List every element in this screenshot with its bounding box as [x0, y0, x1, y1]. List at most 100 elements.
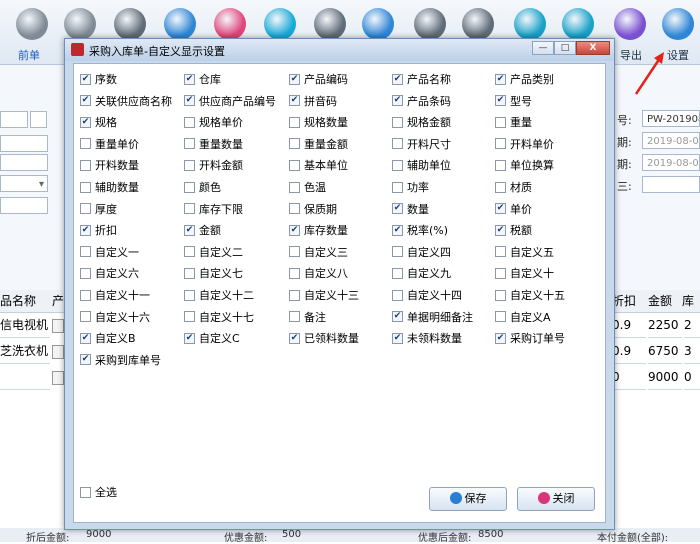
option-checkbox[interactable]: 自定义十四	[392, 288, 462, 304]
option-checkbox[interactable]: 自定义四	[392, 245, 451, 261]
star-icon[interactable]	[362, 8, 394, 40]
option-checkbox[interactable]: 自定义A	[495, 310, 551, 326]
maximize-button[interactable]: □	[554, 41, 576, 55]
option-checkbox[interactable]: 开料尺寸	[392, 137, 451, 153]
forward-icon[interactable]	[64, 8, 96, 40]
option-checkbox[interactable]: 辅助数量	[80, 180, 139, 196]
option-checkbox[interactable]: 自定义十	[495, 266, 554, 282]
save-button[interactable]: 保存	[429, 487, 507, 511]
option-checkbox[interactable]: 自定义一	[80, 245, 139, 261]
close-button[interactable]: 关闭	[517, 487, 595, 511]
option-checkbox[interactable]: ✔ 产品类别	[495, 72, 554, 88]
table-cell-name[interactable]: 芝洗衣机	[0, 339, 50, 364]
option-checkbox[interactable]: ✔ 产品名称	[392, 72, 451, 88]
option-checkbox[interactable]: 厚度	[80, 202, 117, 218]
option-checkbox[interactable]: 自定义十一	[80, 288, 150, 304]
select-all-checkbox[interactable]: 全选	[80, 485, 117, 501]
option-checkbox[interactable]: 色温	[289, 180, 326, 196]
option-checkbox[interactable]: 开料数量	[80, 158, 139, 174]
option-checkbox[interactable]: ✔ 自定义C	[184, 331, 240, 347]
field-5[interactable]	[0, 197, 48, 214]
option-checkbox[interactable]: ✔ 自定义B	[80, 331, 136, 347]
option-checkbox[interactable]: ✔ 税率(%)	[392, 223, 448, 239]
option-checkbox[interactable]: 重量单价	[80, 137, 139, 153]
option-checkbox[interactable]: 自定义十三	[289, 288, 359, 304]
field-three-input[interactable]	[642, 176, 700, 193]
field-1-btn[interactable]	[30, 111, 47, 128]
audit-icon[interactable]	[264, 8, 296, 40]
option-checkbox[interactable]: ✔ 采购到库单号	[80, 353, 161, 369]
row-handle[interactable]	[52, 319, 64, 333]
option-checkbox[interactable]: ✔ 税额	[495, 223, 532, 239]
option-checkbox[interactable]: 自定义九	[392, 266, 451, 282]
option-checkbox[interactable]: ✔ 规格	[80, 115, 117, 131]
option-checkbox[interactable]: 自定义十七	[184, 310, 254, 326]
option-checkbox[interactable]: 规格数量	[289, 115, 348, 131]
option-checkbox[interactable]: 重量金额	[289, 137, 348, 153]
minimize-button[interactable]: —	[532, 41, 554, 55]
table-cell-name[interactable]: 信电视机	[0, 313, 50, 338]
option-checkbox[interactable]: 自定义十六	[80, 310, 150, 326]
date2-input[interactable]: 2019-08-09	[642, 154, 700, 171]
option-checkbox[interactable]: 规格金额	[392, 115, 451, 131]
option-checkbox[interactable]: 材质	[495, 180, 532, 196]
field-4-select[interactable]: ▾	[0, 175, 48, 192]
option-checkbox[interactable]: 规格单价	[184, 115, 243, 131]
table-cell-discount[interactable]: 0.9	[612, 339, 646, 364]
dialog-titlebar[interactable]: 采购入库单-自定义显示设置 — □ X	[65, 39, 614, 61]
option-checkbox[interactable]: 自定义八	[289, 266, 348, 282]
option-checkbox[interactable]: ✔ 库存数量	[289, 223, 348, 239]
row-handle[interactable]	[52, 345, 64, 359]
option-checkbox[interactable]: 单位换算	[495, 158, 554, 174]
option-checkbox[interactable]: 重量数量	[184, 137, 243, 153]
option-checkbox[interactable]: 自定义六	[80, 266, 139, 282]
option-checkbox[interactable]: ✔ 产品条码	[392, 94, 451, 110]
option-checkbox[interactable]: ✔ 供应商产品编号	[184, 94, 276, 110]
option-checkbox[interactable]: 自定义五	[495, 245, 554, 261]
option-checkbox[interactable]: 开料金额	[184, 158, 243, 174]
back-icon[interactable]	[16, 8, 48, 40]
table-cell-stock[interactable]: 0	[684, 365, 700, 390]
table-cell-discount[interactable]: 0.9	[612, 313, 646, 338]
row-handle[interactable]	[52, 371, 64, 385]
settings-button[interactable]: 设置	[667, 47, 689, 63]
prev-button[interactable]: 前单	[18, 47, 40, 63]
option-checkbox[interactable]: 重量	[495, 115, 532, 131]
export-icon[interactable]	[614, 8, 646, 40]
option-checkbox[interactable]: ✔ 拼音码	[289, 94, 337, 110]
import-icon[interactable]	[114, 8, 146, 40]
field-3[interactable]	[0, 154, 48, 171]
option-checkbox[interactable]: 开料单价	[495, 137, 554, 153]
option-checkbox[interactable]: ✔ 采购订单号	[495, 331, 565, 347]
option-checkbox[interactable]: 自定义七	[184, 266, 243, 282]
field-2[interactable]	[0, 135, 48, 152]
option-checkbox[interactable]: ✔ 金额	[184, 223, 221, 239]
option-checkbox[interactable]: 基本单位	[289, 158, 348, 174]
table-cell-stock[interactable]: 3	[684, 339, 700, 364]
user-icon[interactable]	[214, 8, 246, 40]
option-checkbox[interactable]: 自定义十五	[495, 288, 565, 304]
option-checkbox[interactable]: ✔ 仓库	[184, 72, 221, 88]
table-cell-stock[interactable]: 2	[684, 313, 700, 338]
option-checkbox[interactable]: 自定义二	[184, 245, 243, 261]
option-checkbox[interactable]: ✔ 未领料数量	[392, 331, 462, 347]
option-checkbox[interactable]: 库存下限	[184, 202, 243, 218]
option-checkbox[interactable]: 备注	[289, 310, 326, 326]
settings-icon[interactable]	[662, 8, 694, 40]
option-checkbox[interactable]: ✔ 单价	[495, 202, 532, 218]
copy-icon[interactable]	[414, 8, 446, 40]
order-no-input[interactable]: PW-201908	[642, 110, 700, 127]
remove-icon[interactable]	[462, 8, 494, 40]
table-cell-amount[interactable]: 2250	[648, 313, 682, 338]
option-checkbox[interactable]: 颜色	[184, 180, 221, 196]
option-checkbox[interactable]: ✔ 数量	[392, 202, 429, 218]
option-checkbox[interactable]: 功率	[392, 180, 429, 196]
option-checkbox[interactable]: ✔ 序数	[80, 72, 117, 88]
table-cell-name[interactable]	[0, 365, 50, 390]
table-cell-amount[interactable]: 6750	[648, 339, 682, 364]
view-icon[interactable]	[514, 8, 546, 40]
print-icon[interactable]	[562, 8, 594, 40]
option-checkbox[interactable]: ✔ 产品编码	[289, 72, 348, 88]
option-checkbox[interactable]: ✔ 折扣	[80, 223, 117, 239]
option-checkbox[interactable]: ✔ 型号	[495, 94, 532, 110]
